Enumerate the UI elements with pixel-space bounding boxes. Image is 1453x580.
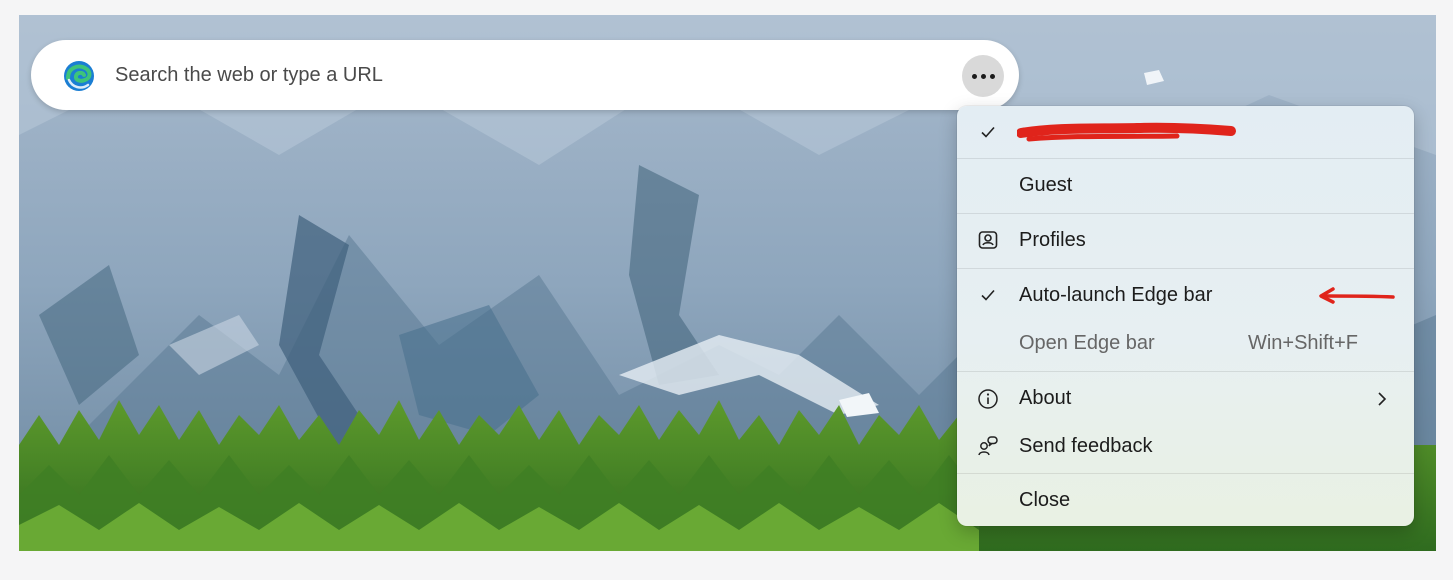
- menu-item-send-feedback[interactable]: Send feedback: [957, 420, 1414, 472]
- menu-item-label: Guest: [1019, 174, 1073, 196]
- menu-item-close[interactable]: Close: [957, 474, 1414, 526]
- menu-item-guest[interactable]: Guest: [957, 159, 1414, 213]
- menu-item-redacted-profile[interactable]: [957, 106, 1414, 158]
- menu-item-label: Auto-launch Edge bar: [1019, 284, 1213, 306]
- more-options-button[interactable]: [962, 55, 1004, 97]
- chevron-right-icon: [1378, 392, 1387, 406]
- checkmark-icon: [975, 119, 1001, 145]
- menu-item-shortcut: Win+Shift+F: [1247, 332, 1358, 354]
- checkmark-icon: [975, 282, 1001, 308]
- menu-item-label: Close: [1019, 489, 1071, 511]
- menu-item-label: Send feedback: [1019, 435, 1153, 457]
- search-bar[interactable]: [31, 40, 1019, 110]
- more-horizontal-icon: [971, 73, 995, 79]
- profiles-icon: [975, 227, 1001, 253]
- red-arrow-annotation: [1319, 287, 1395, 304]
- menu-item-profiles[interactable]: Profiles: [957, 214, 1414, 268]
- edge-logo-icon[interactable]: [63, 60, 95, 92]
- menu-item-open-edge-bar[interactable]: Open Edge bar Win+Shift+F: [957, 319, 1414, 369]
- menu-item-label: Profiles: [1019, 229, 1086, 251]
- info-icon: [975, 386, 1001, 412]
- desktop-wallpaper: Guest Profiles Auto-launch Edge bar: [19, 15, 1436, 551]
- redaction-scribble: [1017, 122, 1236, 142]
- menu-item-about[interactable]: About: [957, 372, 1414, 420]
- options-menu: Guest Profiles Auto-launch Edge bar Open…: [957, 106, 1414, 526]
- menu-item-label: Open Edge bar: [1019, 332, 1155, 354]
- feedback-icon: [975, 433, 1001, 459]
- search-input[interactable]: [115, 58, 915, 92]
- menu-item-label: About: [1019, 387, 1072, 409]
